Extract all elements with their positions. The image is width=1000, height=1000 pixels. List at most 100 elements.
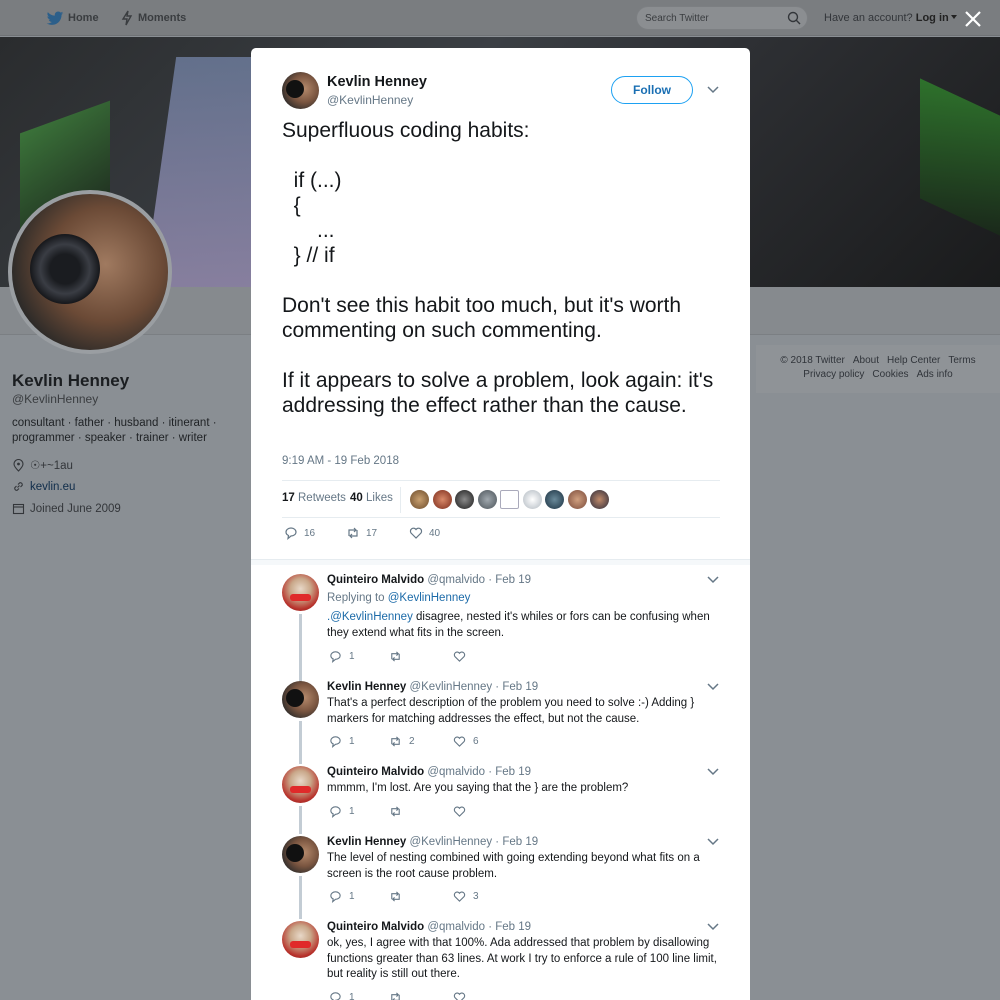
reply-count: 16 — [304, 527, 316, 539]
profile-avatar[interactable] — [8, 190, 172, 354]
reply-action[interactable]: 1 — [329, 735, 355, 748]
tweet-stats: 17 Retweets 40 Likes — [282, 480, 720, 518]
retweet-action[interactable] — [389, 890, 409, 903]
reply-author-handle[interactable]: @qmalvido — [427, 766, 485, 778]
like-action[interactable] — [453, 805, 473, 818]
footer-link-terms[interactable]: Terms — [948, 355, 975, 366]
retweet-icon — [391, 736, 400, 747]
reply-author-handle[interactable]: @KevlinHenney — [409, 836, 492, 848]
reply-action[interactable]: 16 — [284, 526, 315, 540]
twitter-bird-icon[interactable] — [46, 9, 64, 27]
reply-mention[interactable]: .@KevlinHenney — [327, 611, 413, 623]
heart-icon — [453, 736, 466, 747]
footer-link-copyright: © 2018 Twitter — [780, 355, 845, 366]
liker-avatar[interactable] — [500, 490, 519, 509]
chevron-down-icon[interactable] — [707, 86, 719, 94]
liker-avatar[interactable] — [478, 490, 497, 509]
search-input[interactable] — [645, 10, 781, 26]
tweet-text: Superfluous coding habits: if (...) { ..… — [282, 119, 714, 417]
author-name[interactable]: Kevlin Henney — [327, 74, 427, 90]
reply-avatar[interactable] — [282, 574, 319, 611]
reply-action[interactable]: 1 — [329, 991, 355, 1000]
reply-author-name[interactable]: Quinteiro Malvido — [327, 921, 424, 933]
reply-icon — [285, 527, 297, 540]
reply-author-handle[interactable]: @qmalvido — [427, 574, 485, 586]
reply-avatar[interactable] — [282, 681, 319, 718]
reply-action[interactable]: 1 — [329, 805, 355, 818]
retweet-action[interactable] — [389, 805, 409, 818]
liker-avatar[interactable] — [410, 490, 429, 509]
like-action[interactable] — [453, 991, 473, 1000]
footer-link-privacy[interactable]: Privacy policy — [803, 369, 864, 380]
retweet-action[interactable] — [389, 650, 409, 663]
search-box[interactable] — [636, 6, 808, 30]
retweets-stat[interactable]: 17 Retweets — [282, 492, 346, 504]
lightning-icon[interactable] — [120, 10, 134, 26]
reply-avatar[interactable] — [282, 921, 319, 958]
reply-text: The level of nesting combined with going… — [327, 852, 700, 880]
reply-header: Quinteiro Malvido @qmalvido · Feb 19 — [327, 574, 532, 586]
liker-avatar[interactable] — [545, 490, 564, 509]
caret-down-icon[interactable] — [950, 15, 957, 19]
nav-moments[interactable]: Moments — [138, 0, 186, 36]
reply-author-name[interactable]: Kevlin Henney — [327, 836, 406, 848]
footer-link-help[interactable]: Help Center — [887, 355, 940, 366]
reply-count: 1 — [349, 651, 355, 662]
profile-name[interactable]: Kevlin Henney — [12, 371, 129, 391]
login-link[interactable]: Log in — [916, 12, 949, 24]
footer-link-ads[interactable]: Ads info — [917, 369, 953, 380]
like-action[interactable]: 6 — [453, 735, 479, 748]
like-action[interactable] — [453, 650, 473, 663]
reply-author-name[interactable]: Kevlin Henney — [327, 681, 406, 693]
footer-link-about[interactable]: About — [853, 355, 879, 366]
heart-icon — [453, 651, 466, 662]
follow-button[interactable]: Follow — [611, 76, 693, 104]
reply-action[interactable]: 1 — [329, 890, 355, 903]
chevron-down-icon[interactable] — [707, 683, 719, 691]
tweet-timestamp[interactable]: 9:19 AM - 19 Feb 2018 — [282, 455, 399, 467]
reply-date[interactable]: Feb 19 — [502, 836, 538, 848]
retweet-action[interactable]: 17 — [346, 526, 377, 540]
retweet-action[interactable] — [389, 991, 409, 1000]
reply-date[interactable]: Feb 19 — [502, 681, 538, 693]
reply-date[interactable]: Feb 19 — [495, 921, 531, 933]
reply-avatar[interactable] — [282, 836, 319, 873]
retweet-action[interactable]: 2 — [389, 735, 415, 748]
likes-stat[interactable]: 40 Likes — [350, 492, 393, 504]
close-icon[interactable] — [962, 8, 984, 30]
footer-link-cookies[interactable]: Cookies — [872, 369, 908, 380]
author-handle[interactable]: @KevlinHenney — [327, 93, 413, 107]
retweet-icon — [391, 992, 400, 1000]
website-link[interactable]: kevlin.eu — [30, 481, 75, 493]
liker-avatar[interactable] — [455, 490, 474, 509]
profile-handle[interactable]: @KevlinHenney — [12, 392, 98, 406]
nav-home[interactable]: Home — [68, 0, 99, 36]
liker-avatar[interactable] — [523, 490, 542, 509]
chevron-down-icon[interactable] — [707, 768, 719, 776]
link-icon — [14, 482, 23, 491]
search-icon[interactable] — [787, 11, 801, 25]
reply-text: That's a perfect description of the prob… — [327, 697, 695, 725]
chevron-down-icon[interactable] — [707, 838, 719, 846]
reply-author-name[interactable]: Quinteiro Malvido — [327, 574, 424, 586]
chevron-down-icon[interactable] — [707, 923, 719, 931]
like-action[interactable]: 40 — [409, 526, 440, 540]
reply-actions: 1 — [327, 805, 627, 821]
like-action[interactable]: 3 — [453, 890, 479, 903]
reply-date[interactable]: Feb 19 — [495, 574, 531, 586]
replying-to-link[interactable]: @KevlinHenney — [388, 592, 471, 604]
liker-avatar[interactable] — [590, 490, 609, 509]
author-avatar[interactable] — [282, 72, 319, 109]
reply-avatar[interactable] — [282, 766, 319, 803]
retweets-label: Retweets — [298, 492, 346, 504]
liker-avatar[interactable] — [568, 490, 587, 509]
reply-author-handle[interactable]: @KevlinHenney — [409, 681, 492, 693]
liker-avatar[interactable] — [433, 490, 452, 509]
chevron-down-icon[interactable] — [707, 576, 719, 584]
reply-author-handle[interactable]: @qmalvido — [427, 921, 485, 933]
thread-line — [299, 806, 302, 834]
reply-author-name[interactable]: Quinteiro Malvido — [327, 766, 424, 778]
reply-date[interactable]: Feb 19 — [495, 766, 531, 778]
reply-action[interactable]: 1 — [329, 650, 355, 663]
reply-header: Quinteiro Malvido @qmalvido · Feb 19 — [327, 766, 532, 778]
